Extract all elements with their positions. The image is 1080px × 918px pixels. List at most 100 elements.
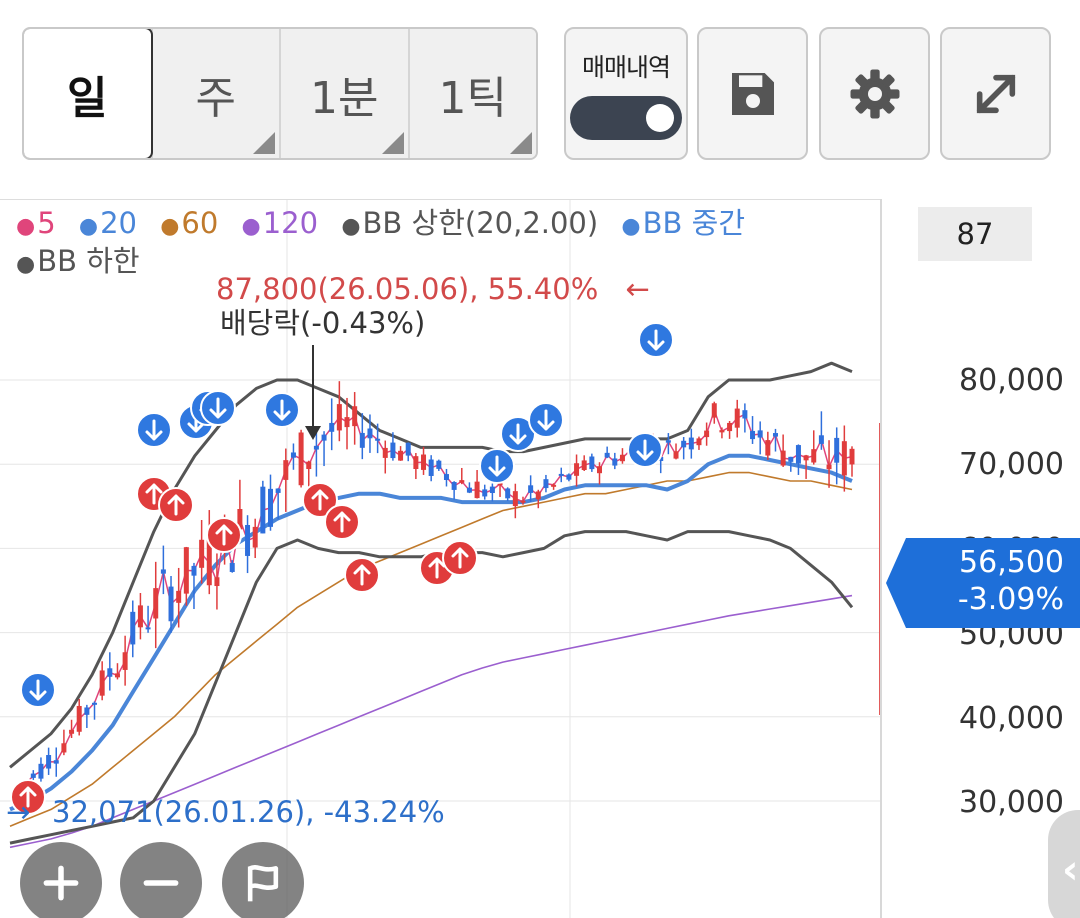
chevron-left-icon: ‹ [1062,847,1079,893]
candle-body [267,488,273,527]
candle-body [788,456,794,462]
candle-body [46,755,52,769]
candle-body [727,422,733,432]
sell-marker-icon [528,402,564,438]
current-price-value: 56,500 [959,545,1064,580]
candle-body [535,491,541,500]
candle-body [734,408,740,428]
period-day-button[interactable]: 일 [24,29,153,158]
current-price-text: 56,500 -3.09% [958,544,1064,618]
y-tick-80000: 80,000 [959,363,1064,398]
legend-ma120[interactable]: ●120 [242,206,319,240]
sell-marker-icon [200,390,236,426]
candle-body [137,605,143,628]
candle-body [69,729,75,734]
candle-body [92,702,98,705]
expand-icon [976,74,1015,113]
candle-body [696,438,702,446]
candle-body [214,577,220,587]
candle-body [390,442,396,459]
legend-ma5[interactable]: ●5 [16,206,56,240]
candle-body [229,562,235,572]
period-tick-button[interactable]: 1틱 [407,29,536,158]
candle-body [298,432,304,486]
save-icon [731,72,774,115]
period-minute-button[interactable]: 1분 [279,29,408,158]
low-arrow-icon: → [6,795,31,829]
side-panel-tab[interactable]: ‹ [1048,810,1080,918]
candle-body [589,456,595,470]
candle-body [558,473,564,476]
candle-body [260,486,266,534]
current-price-tag: 56,500 -3.09% [886,538,1080,628]
buy-marker-icon [158,487,194,523]
candle-body [61,743,67,753]
chart-toolbar: 일 주 1분 1틱 매매내역 [0,0,1080,190]
candle-body [290,452,296,458]
legend-bb-lower[interactable]: ●BB 하한 [16,244,140,278]
candle-body [688,437,694,450]
buy-marker-icon [206,517,242,553]
trade-history-toggle[interactable] [570,95,682,140]
candle-body [512,491,518,507]
sell-marker-icon [264,392,300,428]
candle-body [191,565,197,576]
price-axis-divider [880,199,882,918]
candle-body [283,460,289,480]
candle-body [619,454,625,462]
settings-button[interactable] [819,27,930,160]
candle-body [398,450,404,461]
period-week-label: 주 [195,72,236,124]
candle-body [551,484,557,487]
candle-body [352,406,358,427]
zoom-in-button[interactable] [20,842,102,918]
candle-body [375,438,381,441]
candle-body [543,479,549,489]
candle-body [122,652,128,670]
y-tick-40000: 40,000 [959,701,1064,736]
period-selector: 일 주 1분 1틱 [22,27,538,160]
sell-marker-icon [479,448,515,484]
candle-body [818,435,824,444]
legend-bb-upper[interactable]: ●BB 상한(20,2.00) [341,206,598,240]
candle-body [757,430,763,438]
zoom-out-button[interactable] [120,842,202,918]
submenu-corner-icon [253,132,275,154]
candle-body [505,488,511,499]
candle-body [803,455,809,461]
save-button[interactable] [697,27,808,160]
candle-body [382,447,388,458]
candle-body [597,466,603,474]
legend-ma20[interactable]: ●20 [79,206,137,240]
low-price-annotation: → 32,071(26.01.26), -43.24% [6,795,445,829]
candle-body [474,481,480,499]
candle-body [742,410,748,419]
legend-ma60[interactable]: ●60 [160,206,218,240]
candle-body [306,461,312,470]
candle-body [84,707,90,715]
ma60-line [9,471,853,828]
candle-body [466,487,472,493]
candle-body [673,451,679,459]
candle-body [53,760,59,764]
candle-body [359,432,365,448]
candle-body [168,586,174,622]
ma5-line [17,408,853,791]
period-week-button[interactable]: 주 [150,29,279,158]
candle-body [428,459,434,476]
candle-body [130,611,136,645]
sell-marker-icon [136,412,172,448]
legend-bb-middle[interactable]: ●BB 중간 [621,206,745,240]
buy-marker-icon [324,504,360,540]
candle-body [528,485,534,493]
buy-marker-icon [344,557,380,593]
candle-body [436,460,442,469]
flag-button[interactable] [222,842,304,918]
gear-icon [850,69,899,118]
candle-body [176,590,182,603]
sell-marker-icon [627,432,663,468]
candle-body [76,705,82,732]
candle-body [38,763,44,779]
period-day-label: 일 [67,72,108,124]
fullscreen-button[interactable] [940,27,1051,160]
